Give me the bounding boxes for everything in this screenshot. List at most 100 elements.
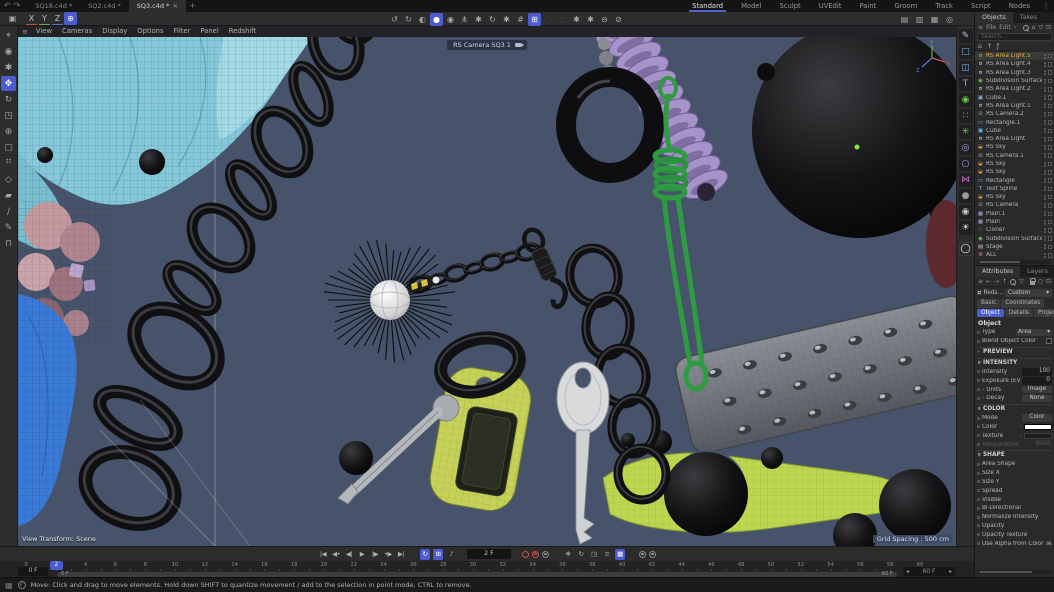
filter-icon[interactable]: ▽	[1038, 24, 1043, 31]
keyframe-dot-icon[interactable]	[977, 498, 980, 501]
list-item[interactable]: ¤RS Area Light.3	[975, 69, 1054, 77]
points-mode-tool-icon[interactable]: ⠛	[1, 156, 16, 171]
attribute-group-color[interactable]: ∨COLOR	[977, 404, 1052, 414]
visibility-dots-icon[interactable]	[1044, 203, 1046, 205]
axis-x-button[interactable]: X	[26, 13, 37, 25]
goto-start-button[interactable]: |◀	[318, 549, 328, 560]
keyframe-dot-icon[interactable]	[977, 388, 980, 391]
keyframe-dot-icon[interactable]	[977, 542, 980, 545]
layer-toggle[interactable]	[1048, 170, 1053, 175]
attributes-hscrollbar[interactable]	[977, 570, 1052, 574]
keyframe-dot-icon[interactable]	[977, 425, 980, 428]
menu-options[interactable]: Options	[132, 26, 168, 37]
snap-enable-icon[interactable]: ⊞	[528, 13, 541, 26]
layer-toggle[interactable]	[1048, 112, 1053, 117]
prev-key-button[interactable]: ◀•	[331, 549, 341, 560]
loop-toggle[interactable]: ↻	[420, 549, 430, 560]
timeline[interactable]: 0246810121416182022242628303234363840424…	[0, 561, 974, 577]
keyframe-dot-icon[interactable]	[977, 533, 980, 536]
filter-icon[interactable]: ▽	[1019, 278, 1024, 285]
layout-tab-track[interactable]: Track	[926, 0, 962, 12]
visibility-dots-icon[interactable]	[1044, 128, 1046, 130]
lock-icon[interactable]	[1030, 281, 1035, 285]
up-icon[interactable]: ↑	[1002, 278, 1007, 285]
menu-view[interactable]: View	[31, 26, 57, 37]
checkbox[interactable]	[1046, 338, 1052, 344]
list-item[interactable]: ▤Stage	[975, 243, 1054, 251]
layout-tab-paint[interactable]: Paint	[851, 0, 886, 12]
visibility-dots-icon[interactable]	[1044, 112, 1046, 114]
document-tab[interactable]: SQ2.c4d *	[80, 0, 129, 12]
remove-icon[interactable]: ⊖	[598, 13, 611, 26]
back-icon[interactable]: ←	[986, 278, 991, 285]
attribute-group-preview[interactable]: ›PREVIEW	[977, 347, 1052, 357]
keyframe-dot-icon[interactable]	[977, 417, 980, 420]
pen-icon[interactable]: ✎	[959, 29, 973, 43]
visibility-dots-icon[interactable]	[1044, 95, 1046, 97]
layout-tab-groom[interactable]: Groom	[885, 0, 926, 12]
layer-toggle[interactable]	[1048, 162, 1053, 167]
category-tab-details[interactable]: Details	[1005, 309, 1033, 318]
active-camera-label[interactable]: RS Camera SQ3 1	[447, 40, 527, 50]
color-swatch[interactable]	[1024, 424, 1052, 430]
visibility-dots-icon[interactable]	[1044, 170, 1046, 172]
list-item[interactable]: ⊙RS Camera.1	[975, 152, 1054, 160]
undo-icon[interactable]: ↶	[4, 0, 11, 12]
layout-tab-sculpt[interactable]: Sculpt	[770, 0, 809, 12]
light-icon[interactable]: ☀	[959, 221, 973, 235]
list-item[interactable]: ▣Cube.1	[975, 93, 1054, 101]
effector-icon[interactable]: ✳	[959, 125, 973, 139]
autokey-hierarchy-button[interactable]	[649, 551, 656, 558]
sound-toggle[interactable]: ♪	[446, 549, 456, 560]
expand-arrow-icon[interactable]: ›	[1020, 433, 1022, 439]
visibility-dots-icon[interactable]	[1044, 195, 1046, 197]
character-icon[interactable]: ⋔	[458, 13, 471, 26]
expand-arrow-icon[interactable]: ›	[982, 395, 984, 401]
expand-arrow-icon[interactable]: ›	[982, 387, 984, 393]
rotate-tool-icon[interactable]: ↻	[1, 92, 16, 107]
keyframe-dot-icon[interactable]	[977, 489, 980, 492]
list-item[interactable]: ¤RS Area Light.1	[975, 102, 1054, 110]
keyframe-dot-icon[interactable]	[977, 331, 980, 334]
function-filter-icon[interactable]: ƒ	[997, 43, 999, 50]
animate-settings-icon[interactable]: ✱	[500, 13, 513, 26]
playhead-marker[interactable]: 2	[50, 561, 63, 570]
keyframe-dot-icon[interactable]	[977, 524, 980, 527]
number-field[interactable]: 100	[1022, 368, 1052, 376]
value-button[interactable]: Image	[1022, 386, 1052, 394]
camera-icon[interactable]: ◉	[959, 205, 973, 219]
value-button[interactable]: None	[1022, 395, 1052, 403]
category-tab-project[interactable]: Project	[1034, 309, 1054, 318]
visibility-dots-icon[interactable]	[1044, 162, 1046, 164]
menu-filter[interactable]: Filter	[169, 26, 196, 37]
list-item[interactable]: ▦Plain.1	[975, 210, 1054, 218]
axis-z-button[interactable]: Z	[52, 13, 63, 25]
layout-tab-model[interactable]: Model	[732, 0, 770, 12]
autokey-button[interactable]: A	[532, 551, 539, 558]
tab-objects[interactable]: Objects	[975, 12, 1013, 23]
list-item[interactable]: ∷Cloner	[975, 226, 1054, 234]
layer-toggle[interactable]	[1048, 62, 1053, 67]
objects-hscrollbar[interactable]	[977, 260, 1052, 264]
list-item[interactable]: TText Spline	[975, 185, 1054, 193]
tab-attributes[interactable]: Attributes	[975, 266, 1020, 277]
quantize-toggle[interactable]: ⊞	[433, 549, 443, 560]
keyframe-dot-icon[interactable]	[977, 516, 980, 519]
live-selection-tool-icon[interactable]: ⌖	[1, 28, 16, 43]
axis-y-button[interactable]: Y	[39, 13, 50, 25]
spinner-left-icon[interactable]: ◂	[906, 569, 909, 575]
model-mode-tool-icon[interactable]: ▢	[1, 140, 16, 155]
visibility-dots-icon[interactable]	[1044, 120, 1046, 122]
text-spline-icon[interactable]: T	[959, 77, 973, 91]
keyframe-dot-icon[interactable]	[977, 480, 980, 483]
list-item[interactable]: ◉Subdivision Surface	[975, 235, 1054, 243]
bend-deformer-icon[interactable]: ◎	[959, 141, 973, 155]
layer-toggle[interactable]	[1048, 137, 1053, 142]
keyframe-dot-icon[interactable]	[977, 472, 980, 475]
attribute-dropdown[interactable]: Area▾	[1016, 329, 1052, 337]
viewport[interactable]: ≡ ViewCamerasDisplayOptionsFilterPanelRe…	[18, 26, 956, 546]
material-icon[interactable]: ◯	[959, 242, 973, 256]
undo-icon[interactable]: ↺	[388, 13, 401, 26]
visibility-dots-icon[interactable]	[1044, 54, 1046, 56]
keyframe-dot-icon[interactable]	[977, 397, 980, 400]
